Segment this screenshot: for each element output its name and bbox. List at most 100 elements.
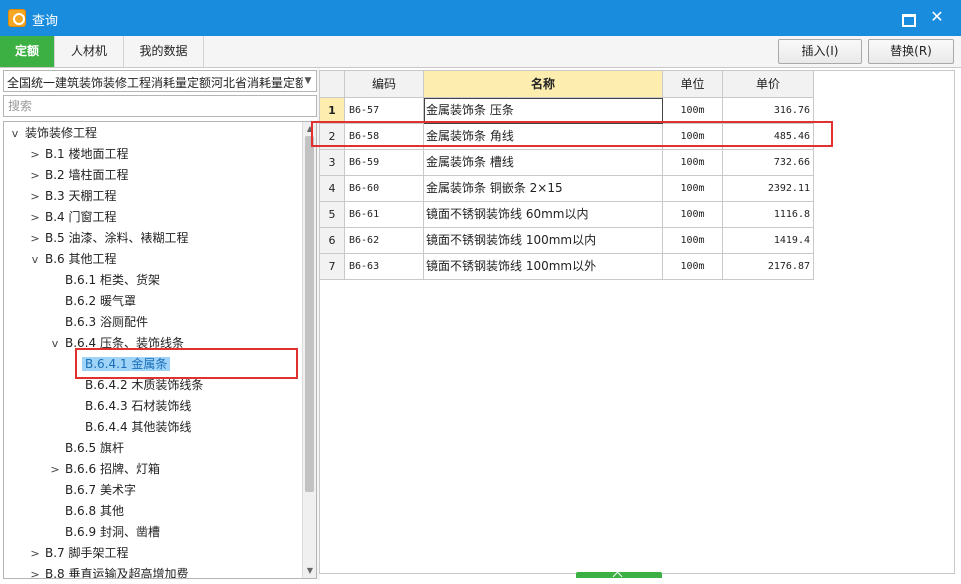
tree-node[interactable]: B.6.4.2 木质装饰线条 <box>68 375 206 396</box>
tree-node[interactable]: B.6.4.4 其他装饰线 <box>68 417 194 438</box>
cell-name[interactable]: 金属装饰条 槽线 <box>424 150 663 176</box>
row-number[interactable]: 1 <box>320 98 345 124</box>
cell-price[interactable]: 316.76 <box>723 98 814 124</box>
cell-code[interactable]: B6-63 <box>345 254 424 280</box>
scroll-up-icon[interactable]: ▲ <box>303 122 316 136</box>
cell-unit[interactable]: 100m <box>663 202 723 228</box>
tree-expander-icon[interactable]: > <box>28 144 42 165</box>
tree-expander-icon[interactable]: v <box>8 123 22 144</box>
tree-expander-icon[interactable]: > <box>28 207 42 228</box>
cell-code[interactable]: B6-57 <box>345 98 424 124</box>
column-header-code[interactable]: 编码 <box>345 71 424 98</box>
tree-node[interactable]: v 装饰装修工程 <box>8 123 100 144</box>
cell-name[interactable]: 镜面不锈钢装饰线 60mm以内 <box>424 202 663 228</box>
tree-expander-icon[interactable]: v <box>28 249 42 270</box>
tree-node[interactable]: B.6.1 柜类、货架 <box>48 270 163 291</box>
cell-price[interactable]: 732.66 <box>723 150 814 176</box>
tree-node-label: B.6.7 美术字 <box>65 483 136 497</box>
scroll-down-icon[interactable]: ▼ <box>303 564 316 578</box>
quota-table: 编码 名称 单位 单价 1 B6-57 金属装饰条 压条 100m 316.76… <box>319 70 955 574</box>
tree-node-label: B.1 楼地面工程 <box>45 147 129 161</box>
cell-name[interactable]: 金属装饰条 角线 <box>424 124 663 150</box>
library-select-value: 全国统一建筑装饰装修工程消耗量定额河北省消耗量定额 <box>7 76 303 90</box>
row-number[interactable]: 2 <box>320 124 345 150</box>
library-select[interactable]: 全国统一建筑装饰装修工程消耗量定额河北省消耗量定额 ▼ <box>3 70 317 92</box>
cell-unit[interactable]: 100m <box>663 254 723 280</box>
tab-my-data[interactable]: 我的数据 <box>124 36 204 67</box>
tree-node[interactable]: B.6.7 美术字 <box>48 480 139 501</box>
tree-expander-icon[interactable]: > <box>48 459 62 480</box>
tree-node[interactable]: > B.7 脚手架工程 <box>28 543 132 564</box>
close-icon[interactable]: ✕ <box>928 8 946 26</box>
tab-quota[interactable]: 定额 <box>0 36 55 67</box>
column-header-unit[interactable]: 单位 <box>663 71 723 98</box>
replace-button[interactable]: 替换(R) <box>868 39 954 64</box>
cell-unit[interactable]: 100m <box>663 98 723 124</box>
tree-scrollbar[interactable]: ▲ ▼ <box>302 122 316 578</box>
cell-code[interactable]: B6-60 <box>345 176 424 202</box>
tree-node[interactable]: v B.6 其他工程 <box>28 249 120 270</box>
cell-price[interactable]: 1419.4 <box>723 228 814 254</box>
cell-name[interactable]: 镜面不锈钢装饰线 100mm以外 <box>424 254 663 280</box>
tree-node-label: B.6.4.2 木质装饰线条 <box>85 378 204 392</box>
cell-price[interactable]: 2392.11 <box>723 176 814 202</box>
tree-node[interactable]: B.6.8 其他 <box>48 501 127 522</box>
panel-collapse-handle[interactable] <box>576 572 662 578</box>
tree-node[interactable]: B.6.2 暖气罩 <box>48 291 139 312</box>
chevron-down-icon[interactable]: ▼ <box>302 73 314 89</box>
tree-expander-icon[interactable]: > <box>28 186 42 207</box>
row-number[interactable]: 4 <box>320 176 345 202</box>
tree-node[interactable]: > B.1 楼地面工程 <box>28 144 132 165</box>
tree-expander-icon[interactable]: > <box>28 543 42 564</box>
row-number[interactable]: 5 <box>320 202 345 228</box>
chapter-tree: v 装饰装修工程 > B.1 楼地面工程 > B.2 墙柱面工程 > B.3 天棚工程 … <box>3 121 317 579</box>
tree-expander-icon[interactable]: > <box>28 228 42 249</box>
column-header-price[interactable]: 单价 <box>723 71 814 98</box>
tree-node[interactable]: B.6.5 旗杆 <box>48 438 127 459</box>
tree-node[interactable]: v B.6.4 压条、装饰线条 <box>48 333 187 354</box>
cell-name[interactable]: 金属装饰条 压条 <box>424 98 663 124</box>
tree-node-label: B.6.4.1 金属条 <box>82 357 171 371</box>
tree-node[interactable]: B.6.3 浴厕配件 <box>48 312 151 333</box>
tree-node[interactable]: > B.8 垂直运输及超高增加费 <box>28 564 192 578</box>
cell-code[interactable]: B6-58 <box>345 124 424 150</box>
tab-materials[interactable]: 人材机 <box>55 36 124 67</box>
cell-code[interactable]: B6-61 <box>345 202 424 228</box>
search-input[interactable] <box>3 95 317 117</box>
cell-name[interactable]: 金属装饰条 铜嵌条 2×15 <box>424 176 663 202</box>
tree-node[interactable]: > B.6.6 招牌、灯箱 <box>48 459 163 480</box>
tree-node-label: B.4 门窗工程 <box>45 210 117 224</box>
tree-expander-icon[interactable]: > <box>28 165 42 186</box>
tree-node[interactable]: > B.5 油漆、涂料、裱糊工程 <box>28 228 192 249</box>
cell-unit[interactable]: 100m <box>663 228 723 254</box>
tree-node[interactable]: > B.2 墙柱面工程 <box>28 165 132 186</box>
row-number[interactable]: 7 <box>320 254 345 280</box>
scrollbar-thumb[interactable] <box>305 136 314 492</box>
tree-node[interactable]: > B.4 门窗工程 <box>28 207 120 228</box>
cell-unit[interactable]: 100m <box>663 150 723 176</box>
tree-node-label: B.6 其他工程 <box>45 252 117 266</box>
tree-node-label: B.6.4 压条、装饰线条 <box>65 336 184 350</box>
tree-node-selected[interactable]: B.6.4.1 金属条 <box>68 354 171 375</box>
cell-price[interactable]: 2176.87 <box>723 254 814 280</box>
cell-code[interactable]: B6-59 <box>345 150 424 176</box>
column-header-name[interactable]: 名称 <box>424 71 663 98</box>
row-number[interactable]: 6 <box>320 228 345 254</box>
insert-button[interactable]: 插入(I) <box>778 39 862 64</box>
cell-name[interactable]: 镜面不锈钢装饰线 100mm以内 <box>424 228 663 254</box>
cell-price[interactable]: 485.46 <box>723 124 814 150</box>
tree-node[interactable]: B.6.9 封洞、凿槽 <box>48 522 163 543</box>
cell-code[interactable]: B6-62 <box>345 228 424 254</box>
maximize-icon[interactable] <box>900 10 916 27</box>
cell-unit[interactable]: 100m <box>663 124 723 150</box>
tree-node[interactable]: > B.3 天棚工程 <box>28 186 120 207</box>
cell-price[interactable]: 1116.8 <box>723 202 814 228</box>
table-corner <box>320 71 345 98</box>
tree-node-label: B.6.1 柜类、货架 <box>65 273 160 287</box>
tree-node-label: B.6.6 招牌、灯箱 <box>65 462 160 476</box>
row-number[interactable]: 3 <box>320 150 345 176</box>
tree-expander-icon[interactable]: v <box>48 333 62 354</box>
tree-node[interactable]: B.6.4.3 石材装饰线 <box>68 396 194 417</box>
cell-unit[interactable]: 100m <box>663 176 723 202</box>
tree-expander-icon[interactable]: > <box>28 564 42 578</box>
